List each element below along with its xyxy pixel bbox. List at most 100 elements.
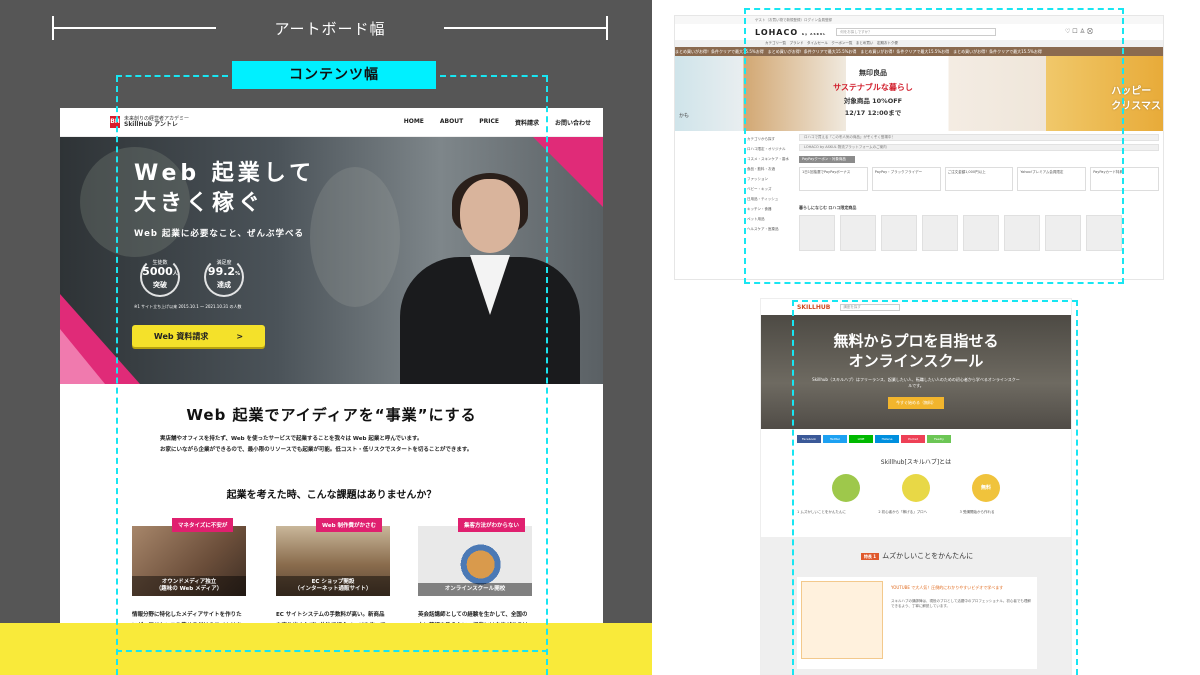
card-caption-line1: EC ショップ開設 bbox=[311, 579, 355, 585]
skillhub-feature-section: 特長 1 ムズかしいことをかんたんに YOUTUBE で大人気！圧倒的にわかりやす… bbox=[761, 537, 1071, 674]
lohaco-banner[interactable]: かも 無印良品 サステナブルな暮らし 対象商品 10%OFF 12/17 12:… bbox=[675, 56, 1163, 131]
web-document-request-button[interactable]: Web 資料請求 > bbox=[132, 325, 265, 347]
skillhub-logo[interactable]: SKILLHUB bbox=[797, 304, 830, 311]
banner-deadline: 12/17 12:00まで bbox=[844, 109, 902, 117]
facebook-share-button[interactable]: Facebook bbox=[797, 435, 821, 443]
card-caption: オンラインスクール開校 bbox=[418, 583, 532, 596]
lohaco-logo-sub: by ASKUL bbox=[801, 31, 827, 36]
lohaco-product[interactable] bbox=[799, 215, 835, 251]
lohaco-product[interactable] bbox=[881, 215, 917, 251]
content-guide-left bbox=[792, 300, 794, 675]
lohaco-product[interactable] bbox=[1045, 215, 1081, 251]
mock-nav-document[interactable]: 資料請求 bbox=[515, 118, 539, 127]
content-guide-top bbox=[744, 8, 1124, 10]
banner-christmas: ハッピー クリスマス bbox=[1111, 82, 1161, 112]
free-badge-icon: 無料 bbox=[972, 474, 1000, 502]
money-bag-icon bbox=[902, 474, 930, 502]
skillhub-hero: 無料からプロを目指せる オンラインスクール Skillhub（スキルハブ）はフリ… bbox=[761, 315, 1071, 429]
pocket-share-button[interactable]: Pocket bbox=[901, 435, 925, 443]
mock-nav-contact[interactable]: お問い合わせ bbox=[555, 118, 591, 127]
lohaco-sidebar-item[interactable]: ファッション bbox=[747, 174, 795, 184]
lohaco-sidebar-item[interactable]: キッチン・食器 bbox=[747, 204, 795, 214]
lohaco-header: LOHACO by ASKUL 何をお探しですか？ ♡ ☐ ♙ ⛒ bbox=[675, 24, 1163, 40]
lohaco-sidebar-item[interactable]: コスメ・スキンケア・香水 bbox=[747, 154, 795, 164]
section-text-line2: お家にいながら企業ができるので、最小限のリソースでも起業が可能。低コスト・低リス… bbox=[160, 447, 473, 453]
cta-label: Web 資料請求 bbox=[153, 331, 209, 341]
card-image: オウンドメディア独立 （趣味の Web メディア） bbox=[132, 526, 246, 596]
skillhub-social-buttons: Facebook Twitter LINE Hatena Pocket Feed… bbox=[761, 435, 1071, 443]
badge-students-unit: 人 bbox=[172, 271, 178, 277]
card-caption: オウンドメディア独立 （趣味の Web メディア） bbox=[132, 576, 246, 596]
card-image: オンラインスクール開校 bbox=[418, 526, 532, 596]
lohaco-sidebar-item[interactable]: ロハコ限定・オリジナル bbox=[747, 144, 795, 154]
skillhub-about-title: Skillhub[スキルハブ]とは bbox=[880, 459, 952, 466]
lohaco-sidebar-item[interactable]: 日用品・ティッシュ bbox=[747, 194, 795, 204]
lohaco-coupon[interactable]: ご注文金額1,000円以上 bbox=[944, 167, 1014, 191]
badge-students: 生徒数 5000人 突破 bbox=[134, 259, 186, 295]
badge-satisfaction-tail: 達成 bbox=[217, 281, 231, 289]
banner-left-text: かも bbox=[679, 113, 690, 119]
lohaco-info-bar[interactable]: ロハコで買える「この冬人気の商品」がぞくぞく登場中！ bbox=[799, 134, 1159, 141]
lohaco-product[interactable] bbox=[963, 215, 999, 251]
lohaco-coupon[interactable]: PayPayカード特典 bbox=[1090, 167, 1159, 191]
card-caption-line2: （インターネット通販サイト） bbox=[294, 586, 372, 592]
skillhub-start-button[interactable]: 今すぐ始める（無料） bbox=[888, 397, 944, 409]
lohaco-coupon[interactable]: 1日1回抽選でPayPayボーナス bbox=[799, 167, 868, 191]
lightbulb-icon bbox=[832, 474, 860, 502]
badge-satisfaction-value: 99.2 bbox=[207, 265, 236, 278]
skillhub-feature-text: YOUTUBE で大人気！圧倒的にわかりやすいビデオで学べます bbox=[891, 585, 1004, 590]
mock-nav-about[interactable]: ABOUT bbox=[440, 118, 463, 127]
twitter-share-button[interactable]: Twitter bbox=[823, 435, 847, 443]
hatena-share-button[interactable]: Hatena bbox=[875, 435, 899, 443]
lohaco-coupon[interactable]: PayPay・ブラックフライデー bbox=[871, 167, 941, 191]
lohaco-ticker: まとめ買いがお得！条件クリアで最大15.5%お得 まとめ買いがお得！条件クリアで… bbox=[675, 47, 1163, 56]
feature-tag: 特長 1 bbox=[860, 553, 880, 560]
lohaco-product[interactable] bbox=[1086, 215, 1122, 251]
skillhub-point: 1 ムズかしいことをかんたんに bbox=[797, 510, 846, 514]
lohaco-main: ロハコで買える「この冬人気の商品」がぞくぞく登場中！ LOHACO by ASK… bbox=[799, 134, 1159, 251]
skillhub-feature-thumbnail[interactable] bbox=[801, 581, 883, 659]
skillhub-search-input[interactable]: 講座を探す bbox=[840, 303, 901, 311]
mock-nav: HOME ABOUT PRICE 資料請求 お問い合わせ bbox=[404, 118, 591, 127]
skillhub-feature-panel: YOUTUBE で大人気！圧倒的にわかりやすいビデオで学べます スキルハブの講師… bbox=[797, 577, 1037, 669]
lohaco-nav: カテゴリ一覧 ブランド タイムセール クーポン一覧 まとめ買い 定期おトク便 bbox=[675, 40, 1163, 47]
lohaco-coupon[interactable]: Yahoo!プレミアム会員限定 bbox=[1017, 167, 1087, 191]
skillhub-hero-title-line2: オンラインスクール bbox=[848, 352, 984, 370]
lohaco-product[interactable] bbox=[922, 215, 958, 251]
card-image: EC ショップ開設 （インターネット通販サイト） bbox=[276, 526, 390, 596]
mock-logo-mark: BH bbox=[110, 116, 120, 128]
lohaco-product[interactable] bbox=[840, 215, 876, 251]
lohaco-sidebar-item[interactable]: ペット用品 bbox=[747, 214, 795, 224]
lohaco-logo-text: LOHACO bbox=[755, 27, 799, 37]
mock-logo-text[interactable]: 未来創りの経営者アカデミー SkillHub アントレ bbox=[124, 116, 189, 128]
lohaco-coupons: 1日1回抽選でPayPayボーナス PayPay・ブラックフライデー ご注文金額… bbox=[799, 167, 1159, 191]
skillhub-screenshot: SKILLHUB 講座を探す 無料からプロを目指せる オンラインスクール Ski… bbox=[760, 298, 1072, 675]
hero-person-face bbox=[460, 179, 520, 253]
lohaco-info-bar[interactable]: LOHACO by ASKUL 物流プラットフォームのご案内 bbox=[799, 144, 1159, 151]
card-caption: EC ショップ開設 （インターネット通販サイト） bbox=[276, 576, 390, 596]
lohaco-sidebar-item[interactable]: カテゴリから探す bbox=[747, 134, 795, 144]
banner-christmas-line1: ハッピー bbox=[1111, 86, 1152, 97]
badge-students-tail: 突破 bbox=[153, 281, 167, 289]
mock-website: BH 未来創りの経営者アカデミー SkillHub アントレ HOME ABOU… bbox=[60, 108, 603, 675]
lohaco-coupon-heading: PayPayクーポン・対象商品 bbox=[799, 156, 855, 163]
banner-christmas-line2: クリスマス bbox=[1111, 101, 1161, 112]
artboard-width-label: アートボード幅 bbox=[274, 20, 386, 38]
banner-muji: 無印良品 サステナブルな暮らし 対象商品 10%OFF 12/17 12:00ま… bbox=[825, 68, 921, 117]
lohaco-sidebar-item[interactable]: ベビー・キッズ bbox=[747, 184, 795, 194]
lohaco-search-input[interactable]: 何をお探しですか？ bbox=[836, 28, 997, 36]
mock-nav-price[interactable]: PRICE bbox=[479, 118, 499, 127]
lohaco-product[interactable] bbox=[1004, 215, 1040, 251]
feedly-share-button[interactable]: Feedly bbox=[927, 435, 951, 443]
lohaco-sidebar-item[interactable]: ヘルスケア・医薬品 bbox=[747, 224, 795, 234]
content-guide-right bbox=[1122, 8, 1124, 284]
lohaco-sidebar-item[interactable]: 食品・飲料・お酒 bbox=[747, 164, 795, 174]
line-share-button[interactable]: LINE bbox=[849, 435, 873, 443]
lohaco-screenshot: ゲスト（お買い物で新規登録）ログイン会員登録 LOHACO by ASKUL 何… bbox=[674, 15, 1164, 280]
lohaco-header-icons[interactable]: ♡ ☐ ♙ ⛒ bbox=[1065, 28, 1093, 36]
lohaco-logo[interactable]: LOHACO by ASKUL bbox=[755, 28, 826, 37]
banner-headline: サステナブルな暮らし bbox=[833, 83, 913, 92]
banner-brand: 無印良品 bbox=[859, 69, 887, 77]
mock-nav-home[interactable]: HOME bbox=[404, 118, 424, 127]
hero-title-line2: 大きく稼ぐ bbox=[134, 191, 265, 216]
